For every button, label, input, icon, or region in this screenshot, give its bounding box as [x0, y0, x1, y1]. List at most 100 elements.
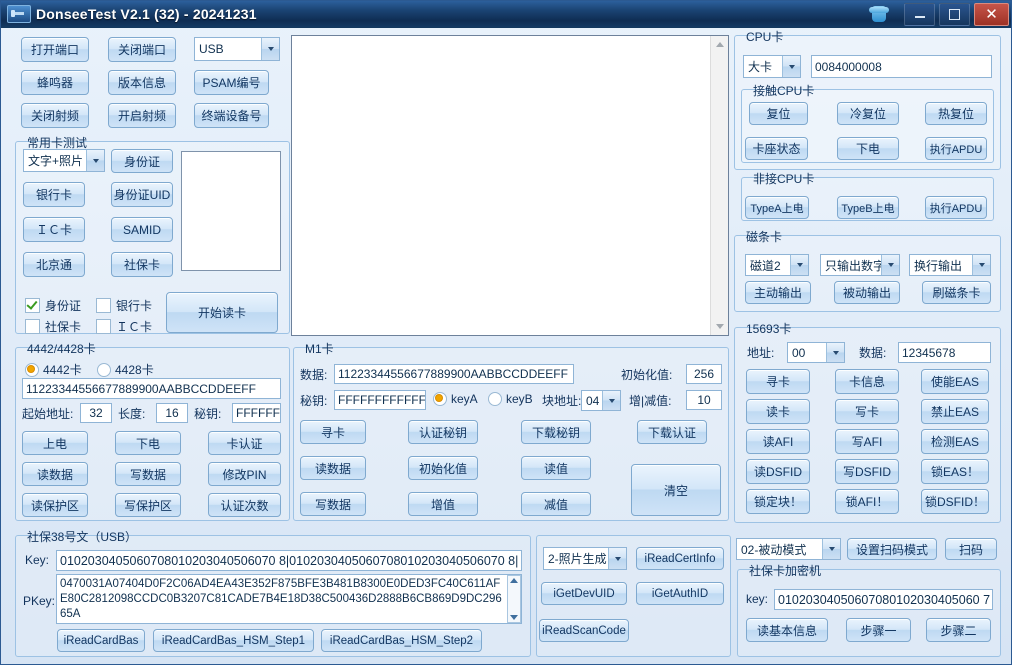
- close-button[interactable]: ✕: [974, 3, 1009, 26]
- card-4442-data-input[interactable]: 11223344556677889900AABBCCDDEEFF: [22, 378, 281, 399]
- buzzer-button[interactable]: 蜂鸣器: [21, 70, 89, 95]
- checkbox-ic-card[interactable]: ＩＣ卡: [96, 318, 152, 335]
- cpu-execute-apdu-button[interactable]: 执行APDU: [925, 137, 987, 160]
- iget-dev-uid-button[interactable]: iGetDevUID: [541, 582, 627, 605]
- power-off-button-4442[interactable]: 下电: [115, 431, 181, 455]
- typea-power-on-button[interactable]: TypeA上电: [745, 196, 809, 219]
- chevron-down-icon[interactable]: [826, 343, 844, 362]
- checkbox-social-card[interactable]: 社保卡: [25, 318, 81, 335]
- m1-incdec-input[interactable]: 10: [686, 390, 722, 410]
- bank-card-button[interactable]: 银行卡: [23, 182, 85, 207]
- m1-find-card-button[interactable]: 寻卡: [300, 420, 366, 444]
- m1-read-data-button[interactable]: 读数据: [300, 456, 366, 480]
- radio-4428[interactable]: 4428卡: [97, 361, 154, 378]
- card-15693-write-dsfid-button[interactable]: 写DSFID: [835, 459, 899, 484]
- card-auth-button-4442[interactable]: 卡认证: [208, 431, 281, 455]
- open-port-button[interactable]: 打开端口: [21, 37, 89, 62]
- m1-block-address-select[interactable]: 04: [581, 390, 621, 411]
- card-15693-find-card-button[interactable]: 寻卡: [746, 369, 810, 394]
- maximize-button[interactable]: [939, 3, 970, 26]
- iread-card-bas-button[interactable]: iReadCardBas: [57, 629, 145, 652]
- rf-off-button[interactable]: 关闭射频: [21, 103, 89, 128]
- m1-init-value-input[interactable]: 256: [686, 364, 722, 384]
- card-15693-address-select[interactable]: 00: [787, 342, 845, 363]
- photo-mode-select[interactable]: 2-照片生成: [543, 547, 627, 570]
- contactless-execute-apdu-button[interactable]: 执行APDU: [925, 196, 987, 219]
- mag-active-output-button[interactable]: 主动输出: [745, 281, 811, 304]
- radio-keyb[interactable]: keyB: [488, 392, 533, 406]
- chevron-down-icon[interactable]: [782, 56, 800, 77]
- scroll-up-icon[interactable]: [510, 578, 518, 583]
- radio-keya[interactable]: keyA: [433, 392, 478, 406]
- port-type-select[interactable]: USB: [194, 37, 280, 61]
- m1-download-key-button[interactable]: 下载秘钥: [521, 420, 591, 444]
- m1-download-auth-button[interactable]: 下载认证: [637, 420, 707, 444]
- card-15693-read-dsfid-button[interactable]: 读DSFID: [746, 459, 810, 484]
- chevron-down-icon[interactable]: [86, 150, 104, 171]
- scroll-down-icon[interactable]: [510, 615, 518, 620]
- m1-auth-key-button[interactable]: 认证秘钥: [408, 420, 478, 444]
- close-port-button[interactable]: 关闭端口: [108, 37, 176, 62]
- cpu-socket-status-button[interactable]: 卡座状态: [745, 137, 808, 160]
- m1-key-input[interactable]: FFFFFFFFFFFF: [334, 390, 426, 410]
- hsm-step-one-button[interactable]: 步骤一: [846, 618, 911, 642]
- iread-card-bas-hsm-step2-button[interactable]: iReadCardBas_HSM_Step2: [321, 629, 482, 652]
- read-data-button-4442[interactable]: 读数据: [22, 462, 88, 486]
- social-38-pkey-textarea[interactable]: 0470031A07404D0F2C06AD4EA43E352F875BFE3B…: [56, 574, 522, 624]
- cpu-card-type-select[interactable]: 大卡: [743, 55, 801, 78]
- write-protect-area-button-4442[interactable]: 写保护区: [115, 493, 181, 517]
- common-card-mode-select[interactable]: 文字+照片: [23, 149, 105, 172]
- psam-number-button[interactable]: PSAM编号: [194, 70, 269, 95]
- m1-write-data-button[interactable]: 写数据: [300, 492, 366, 516]
- card-15693-disable-eas-button[interactable]: 禁止EAS: [921, 399, 989, 424]
- key-input-4442[interactable]: FFFFFF: [232, 403, 281, 423]
- m1-data-input[interactable]: 11223344556677889900AABBCCDDEEFF: [334, 364, 574, 384]
- card-15693-lock-eas-button[interactable]: 锁EAS！: [921, 459, 989, 484]
- card-15693-read-card-button[interactable]: 读卡: [746, 399, 810, 424]
- version-info-button[interactable]: 版本信息: [108, 70, 176, 95]
- chevron-down-icon[interactable]: [608, 548, 626, 569]
- chevron-down-icon[interactable]: [972, 255, 990, 275]
- read-protect-area-button-4442[interactable]: 读保护区: [22, 493, 88, 517]
- social-security-card-button[interactable]: 社保卡: [111, 252, 173, 277]
- social-38-key-input[interactable]: 0102030405060708010203040506070 8|010203…: [56, 550, 522, 571]
- cpu-cold-reset-button[interactable]: 冷复位: [837, 102, 899, 125]
- scroll-down-icon[interactable]: [711, 318, 728, 335]
- log-scrollbar[interactable]: [710, 36, 728, 335]
- scan-mode-select[interactable]: 02-被动模式: [736, 538, 841, 560]
- length-input[interactable]: 16: [156, 403, 188, 423]
- m1-read-value-button[interactable]: 读值: [521, 456, 591, 480]
- set-scan-mode-button[interactable]: 设置扫码模式: [847, 538, 937, 560]
- card-15693-enable-eas-button[interactable]: 使能EAS: [921, 369, 989, 394]
- iread-card-bas-hsm-step1-button[interactable]: iReadCardBas_HSM_Step1: [153, 629, 314, 652]
- mag-newline-select[interactable]: 换行输出: [909, 254, 991, 276]
- start-read-card-button[interactable]: 开始读卡: [166, 292, 278, 333]
- card-15693-write-afi-button[interactable]: 写AFI: [835, 429, 899, 454]
- modify-pin-button-4442[interactable]: 修改PIN: [208, 462, 281, 486]
- chevron-down-icon[interactable]: [822, 539, 840, 559]
- chevron-down-icon[interactable]: [881, 255, 899, 275]
- hsm-key-input[interactable]: 01020304050607080102030405060 7: [774, 589, 993, 610]
- m1-decrement-button[interactable]: 减值: [521, 492, 591, 516]
- checkbox-bank-card[interactable]: 银行卡: [96, 297, 152, 314]
- id-card-button[interactable]: 身份证: [111, 149, 173, 173]
- card-15693-card-info-button[interactable]: 卡信息: [835, 369, 899, 394]
- checkbox-id-card[interactable]: 身份证: [25, 297, 81, 314]
- mag-passive-output-button[interactable]: 被动输出: [834, 281, 900, 304]
- card-15693-detect-eas-button[interactable]: 检测EAS: [921, 429, 989, 454]
- auth-count-button-4442[interactable]: 认证次数: [208, 493, 281, 517]
- iread-cert-info-button[interactable]: iReadCertInfo: [636, 547, 724, 570]
- id-card-uid-button[interactable]: 身份证UID: [111, 182, 173, 207]
- write-data-button-4442[interactable]: 写数据: [115, 462, 181, 486]
- cpu-power-off-button[interactable]: 下电: [837, 137, 899, 160]
- terminal-device-number-button[interactable]: 终端设备号: [194, 103, 269, 128]
- card-15693-data-input[interactable]: 12345678: [898, 342, 991, 363]
- card-15693-lock-dsfid-button[interactable]: 锁DSFID！: [921, 489, 989, 514]
- chevron-down-icon[interactable]: [602, 391, 620, 410]
- power-on-button-4442[interactable]: 上电: [22, 431, 88, 455]
- iread-scan-code-button[interactable]: iReadScanCode: [539, 619, 629, 642]
- scan-button[interactable]: 扫码: [945, 538, 997, 560]
- card-15693-read-afi-button[interactable]: 读AFI: [746, 429, 810, 454]
- iget-auth-id-button[interactable]: iGetAuthID: [636, 582, 724, 605]
- m1-init-value-button[interactable]: 初始化值: [408, 456, 478, 480]
